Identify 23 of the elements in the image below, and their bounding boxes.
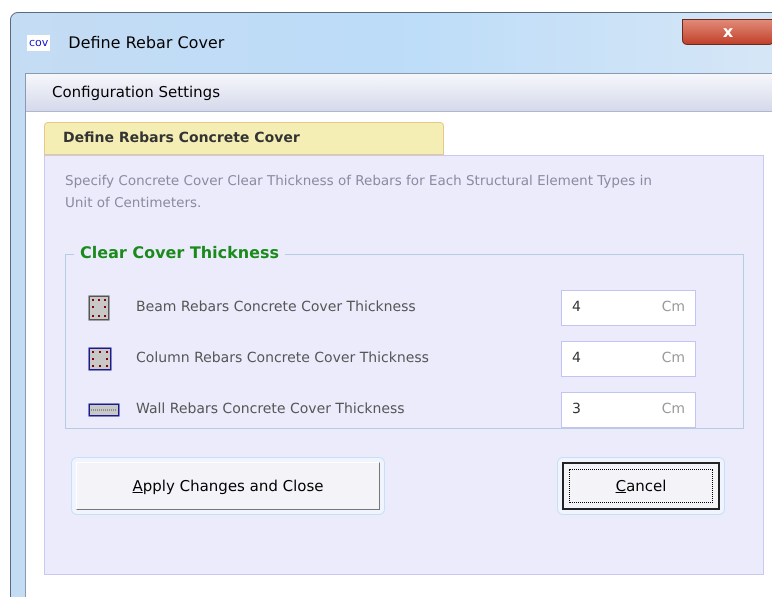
unit-label: Cm bbox=[662, 400, 685, 419]
app-icon: cov bbox=[27, 34, 50, 52]
column-section-icon bbox=[88, 346, 112, 370]
unit-label: Cm bbox=[662, 349, 685, 368]
wall-section-icon bbox=[88, 402, 120, 416]
field-value: 4 bbox=[572, 349, 581, 368]
field-label: Column Rebars Concrete Cover Thickness bbox=[136, 349, 430, 368]
field-value: 3 bbox=[572, 400, 581, 419]
field-value: 4 bbox=[572, 298, 581, 317]
thickness-field[interactable]: 3 Cm bbox=[561, 392, 696, 428]
thickness-field[interactable]: 4 Cm bbox=[561, 290, 696, 326]
apply-button[interactable]: Apply Changes and Close bbox=[76, 462, 380, 510]
beam-section-icon bbox=[88, 294, 110, 320]
section-header: Configuration Settings bbox=[26, 74, 772, 112]
panel-tab[interactable]: Define Rebars Concrete Cover bbox=[44, 122, 444, 155]
field-label: Wall Rebars Concrete Cover Thickness bbox=[136, 400, 406, 419]
description-text: Specify Concrete Cover Clear Thickness of Rebars for Each Structural Element Types in Unit of Centimeters. bbox=[65, 172, 653, 213]
close-button[interactable]: x bbox=[682, 19, 772, 45]
thickness-field[interactable]: 4 Cm bbox=[561, 340, 696, 376]
unit-label: Cm bbox=[662, 298, 685, 317]
window-title: Define Rebar Cover bbox=[68, 32, 224, 54]
field-label: Beam Rebars Concrete Cover Thickness bbox=[136, 298, 417, 317]
cancel-button[interactable]: Cancel bbox=[562, 462, 720, 510]
